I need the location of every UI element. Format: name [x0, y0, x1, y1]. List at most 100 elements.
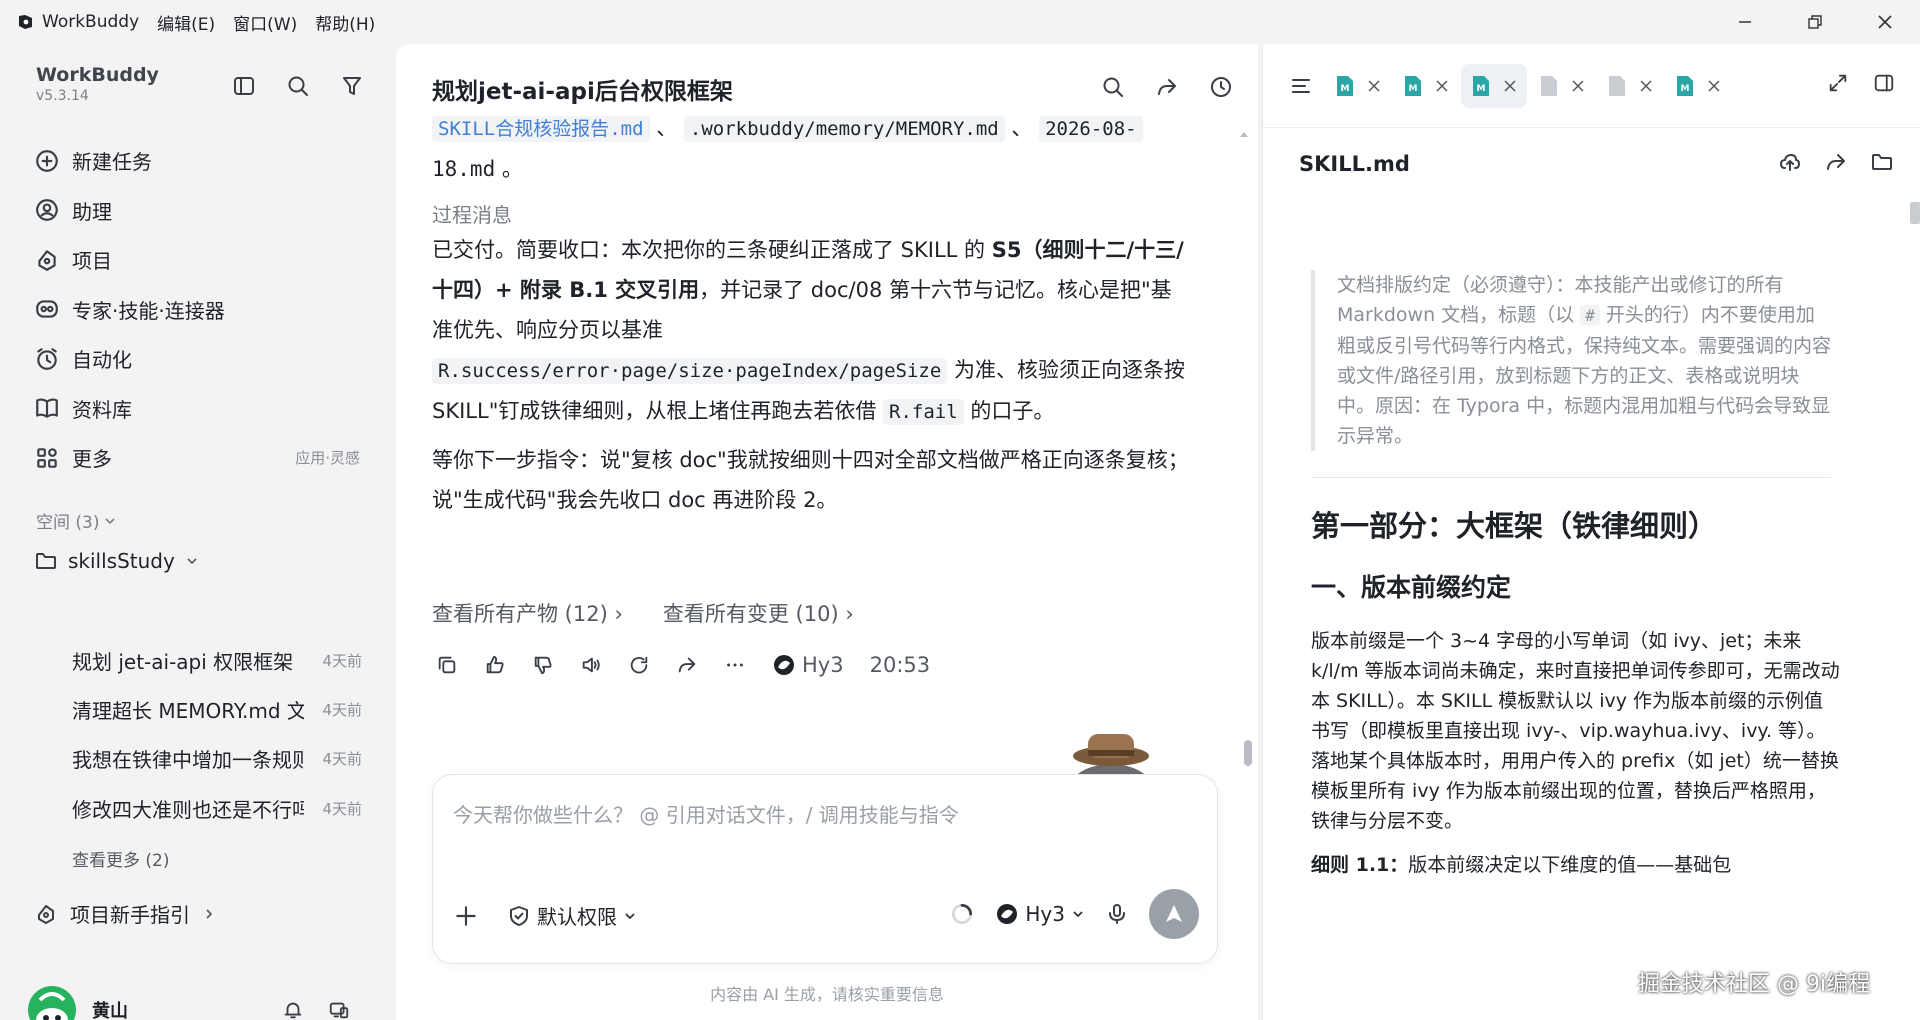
- task-item[interactable]: 修改四大准则也还是不行吗 4天前: [72, 784, 362, 833]
- close-tab-icon[interactable]: [1435, 79, 1449, 93]
- share-icon[interactable]: [1824, 150, 1848, 174]
- chat-search-button[interactable]: [1098, 72, 1128, 102]
- view-artifacts-link[interactable]: 查看所有产物 (12) ›: [432, 598, 623, 628]
- file-tab[interactable]: M: [1325, 64, 1391, 108]
- chat-title: 规划jet-ai-api后台权限框架: [432, 79, 733, 105]
- nav-more[interactable]: 更多 应用·灵感: [24, 433, 374, 483]
- message-input[interactable]: [453, 803, 1193, 827]
- expand-icon[interactable]: [1827, 72, 1849, 94]
- close-tab-icon[interactable]: [1639, 79, 1653, 93]
- add-attachment-icon[interactable]: [453, 903, 479, 929]
- menu-help[interactable]: 帮助(H): [315, 10, 375, 35]
- close-tab-icon[interactable]: [1571, 79, 1585, 93]
- restore-button[interactable]: [1780, 0, 1850, 44]
- minimize-button[interactable]: [1710, 0, 1780, 44]
- menu-window[interactable]: 窗口(W): [233, 10, 297, 35]
- close-tab-icon[interactable]: [1503, 79, 1517, 93]
- copy-icon: [438, 656, 456, 674]
- more-hint: 应用·灵感: [295, 449, 360, 468]
- chat-scrollbar-thumb[interactable]: [1244, 740, 1252, 766]
- process-label[interactable]: 过程消息: [432, 199, 1192, 228]
- task-age: 4天前: [322, 799, 362, 818]
- markdown-file-icon: M: [1405, 75, 1421, 96]
- chevron-down-icon: [1073, 911, 1083, 918]
- toggle-sidebar-button[interactable]: [230, 72, 258, 100]
- like-button[interactable]: [480, 650, 510, 680]
- minimize-icon: [1739, 21, 1751, 23]
- close-window-button[interactable]: [1850, 0, 1920, 44]
- close-tab-icon[interactable]: [1707, 79, 1721, 93]
- more-options-button[interactable]: [720, 650, 750, 680]
- blockquote-note: 文档排版约定（必须遵守）：本技能产出或修订的所有 Markdown 文档，标题（…: [1311, 270, 1831, 451]
- regenerate-button[interactable]: [624, 650, 654, 680]
- task-item[interactable]: 规划 jet-ai-api 权限框架 4天前: [72, 636, 362, 685]
- task-item[interactable]: 清理超长 MEMORY.md 文件 4天前: [72, 685, 362, 734]
- paragraph: 版本前缀是一个 3~4 字母的小写单词（如 ivy、jet；未来 k/l/m 等…: [1311, 630, 1840, 832]
- file-tab[interactable]: M: [1393, 64, 1459, 108]
- document-filename: SKILL.md: [1299, 152, 1410, 176]
- dislike-button[interactable]: [528, 650, 558, 680]
- nav-assistant[interactable]: 助理: [24, 186, 374, 236]
- outline-list-icon[interactable]: [1289, 74, 1313, 98]
- nav-new-task[interactable]: 新建任务: [24, 136, 374, 186]
- rule-line: 细则 1.1：版本前缀决定以下维度的值——基础包: [1311, 850, 1851, 880]
- microphone-icon[interactable]: [1105, 902, 1129, 926]
- file-tab[interactable]: [1597, 64, 1663, 108]
- space-section-toggle[interactable]: 空间 (3): [36, 508, 117, 533]
- msg-code: R.success/error·page/size·pageIndex/page…: [432, 358, 948, 384]
- view-changes-link[interactable]: 查看所有变更 (10) ›: [663, 598, 854, 628]
- folder-skillsstudy[interactable]: skillsStudy: [34, 549, 199, 573]
- task-item[interactable]: 我想在铁律中增加一条规则 4天前: [72, 734, 362, 783]
- hy-model-icon: [774, 655, 794, 675]
- send-button[interactable]: [1149, 889, 1199, 939]
- task-title: 修改四大准则也还是不行吗: [72, 797, 304, 822]
- loading-spinner-icon: [952, 903, 973, 925]
- restore-icon: [1808, 15, 1822, 29]
- file-tab-active[interactable]: M: [1461, 63, 1527, 108]
- copy-button[interactable]: [432, 650, 462, 680]
- file-chip-date[interactable]: 2026-08-: [1039, 116, 1143, 142]
- file-tab[interactable]: [1529, 64, 1595, 108]
- file-link-report[interactable]: SKILL合规核验报告.md: [432, 116, 650, 142]
- file-tab[interactable]: M: [1665, 64, 1731, 108]
- msg-text: 已交付。简要收口：本次把你的三条硬纠正落成了 SKILL 的: [432, 238, 992, 262]
- upload-icon[interactable]: [1778, 150, 1802, 174]
- filter-button[interactable]: [338, 72, 366, 100]
- nav-library[interactable]: 资料库: [24, 384, 374, 434]
- message-time: 20:53: [869, 653, 931, 677]
- search-button[interactable]: [284, 72, 312, 100]
- brand: WorkBuddy v5.3.14: [36, 64, 159, 104]
- task-age: 4天前: [322, 701, 362, 720]
- close-tab-icon[interactable]: [1367, 79, 1381, 93]
- see-more-link[interactable]: 查看更多 (2): [72, 846, 169, 871]
- read-aloud-button[interactable]: [576, 650, 606, 680]
- guide-link[interactable]: 项目新手指引: [34, 899, 216, 928]
- title-bar: WorkBuddy 编辑(E) 窗口(W) 帮助(H): [0, 0, 1920, 44]
- nav-label: 项目: [72, 249, 112, 274]
- panel-toggle-icon[interactable]: [1873, 72, 1895, 94]
- bell-icon[interactable]: [282, 999, 304, 1020]
- folder-icon: [36, 553, 56, 569]
- chat-history-button[interactable]: [1206, 72, 1236, 102]
- nav-experts[interactable]: 专家·技能·连接器: [24, 285, 374, 335]
- nav-label: 资料库: [72, 397, 132, 422]
- document-content: 文档排版约定（必须遵守）：本技能产出或修订的所有 Markdown 文档，标题（…: [1311, 270, 1851, 1020]
- open-folder-icon[interactable]: [1870, 150, 1894, 174]
- device-switch-icon[interactable]: [328, 999, 350, 1020]
- thumbs-down-icon: [534, 656, 552, 675]
- space-label: 空间 (3): [36, 513, 100, 533]
- menu-edit[interactable]: 编辑(E): [157, 10, 215, 35]
- scroll-up-arrow-icon[interactable]: [1240, 130, 1248, 138]
- user-profile[interactable]: 黄山: [28, 986, 128, 1020]
- project-icon: [38, 250, 56, 271]
- permission-dropdown[interactable]: 默认权限: [507, 901, 637, 930]
- document-scrollbar-thumb[interactable]: [1910, 202, 1920, 224]
- model-select[interactable]: Hy3: [995, 902, 1085, 926]
- file-chip-memory[interactable]: .workbuddy/memory/MEMORY.md: [683, 116, 1005, 142]
- nav-automation[interactable]: 自动化: [24, 334, 374, 384]
- avatar: [28, 986, 76, 1020]
- chat-share-button[interactable]: [1152, 72, 1182, 102]
- refresh-icon: [630, 656, 648, 674]
- nav-project[interactable]: 项目: [24, 235, 374, 285]
- share-message-button[interactable]: [672, 650, 702, 680]
